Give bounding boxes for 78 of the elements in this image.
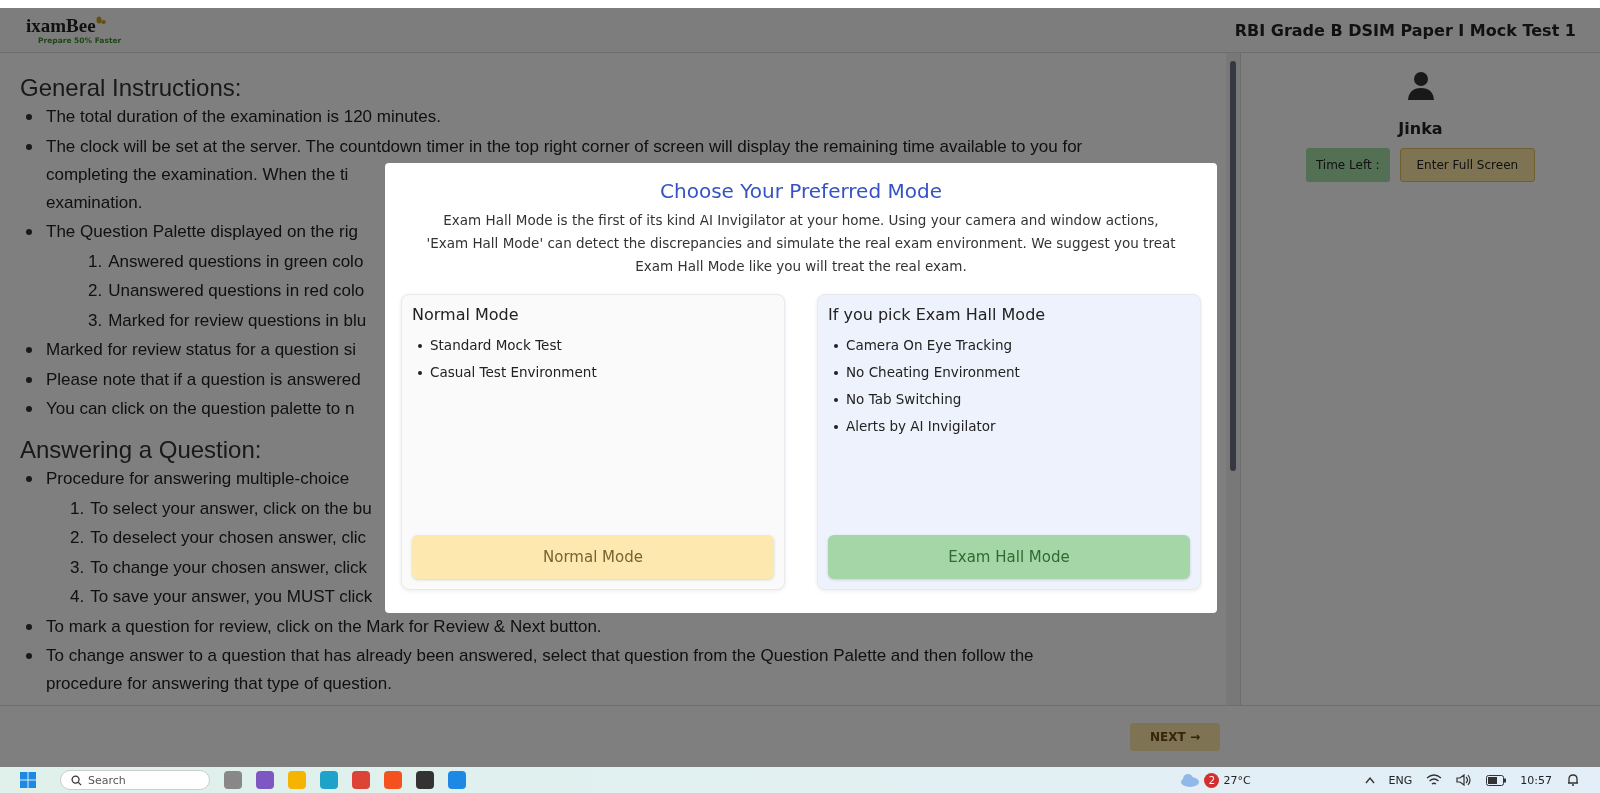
clock-time[interactable]: 10:57 bbox=[1520, 773, 1552, 787]
section-heading: Answering a Question: bbox=[20, 435, 263, 465]
bullet-icon bbox=[26, 406, 32, 412]
windows-icon[interactable] bbox=[20, 772, 36, 788]
instruction-text: You can click on the question palette to n bbox=[46, 398, 355, 420]
item-number: 2. bbox=[88, 280, 103, 302]
bullet-icon bbox=[834, 397, 838, 402]
time-left-label: Time Left : bbox=[1305, 148, 1390, 182]
bullet-icon bbox=[418, 370, 422, 375]
item-number: 2. bbox=[70, 527, 85, 549]
section-heading: General Instructions: bbox=[20, 73, 243, 103]
instruction-text: Procedure for answering multiple-choice bbox=[46, 468, 350, 490]
bell-icon[interactable] bbox=[1566, 773, 1580, 787]
bullet-icon bbox=[26, 347, 32, 353]
scrollbar[interactable] bbox=[1226, 53, 1240, 705]
temperature: 27°C bbox=[1223, 773, 1251, 787]
instruction-text: examination. bbox=[46, 191, 143, 214]
item-number: 3. bbox=[70, 556, 85, 579]
item-number: 3. bbox=[88, 309, 103, 332]
app-icon[interactable] bbox=[256, 771, 274, 789]
battery-icon[interactable] bbox=[1486, 774, 1507, 786]
item-number: 1. bbox=[70, 497, 85, 520]
instruction-text: To change your chosen answer, click bbox=[90, 556, 368, 579]
search-field[interactable]: Search bbox=[60, 770, 210, 790]
bullet-icon bbox=[26, 143, 32, 150]
instruction-text: completing the examination. When the ti bbox=[46, 163, 349, 186]
cloud-icon bbox=[1180, 773, 1201, 787]
volume-icon[interactable] bbox=[1456, 774, 1473, 786]
instruction-text: To select your answer, click on the bu bbox=[90, 497, 372, 520]
language-indicator[interactable]: ENG bbox=[1388, 773, 1413, 787]
instruction-text: To save your answer, you MUST click bbox=[90, 586, 373, 608]
notification-badge: 2 bbox=[1204, 772, 1220, 788]
feature-text: No Tab Switching bbox=[846, 390, 962, 409]
mode-button[interactable]: Exam Hall Mode bbox=[828, 535, 1190, 579]
instruction-text: Marked for review questions in blu bbox=[108, 309, 367, 332]
bullet-icon bbox=[834, 424, 838, 429]
bullet-icon bbox=[26, 623, 32, 630]
next-button[interactable]: NEXT → bbox=[1130, 722, 1220, 751]
feature-text: Alerts by AI Invigilator bbox=[846, 417, 996, 436]
instruction-text: The Question Palette displayed on the rig bbox=[46, 221, 358, 243]
feature-text: No Cheating Environment bbox=[846, 363, 1020, 382]
instruction-text: The clock will be set at the server. The countdown timer in the top right corner of screen will display the remaining time available to you for bbox=[46, 135, 1083, 158]
logo-text: ixamBee bbox=[26, 15, 96, 36]
bullet-icon bbox=[418, 343, 422, 348]
bullet-icon bbox=[26, 476, 32, 482]
bullet-icon bbox=[26, 229, 32, 235]
caret-up-icon[interactable] bbox=[1364, 776, 1375, 784]
wings-icon bbox=[95, 15, 106, 26]
instruction-text: To change answer to a question that has already been answered, select that question from the Question Palette and then follow the bbox=[46, 645, 1034, 667]
mode-button[interactable]: Normal Mode bbox=[412, 535, 774, 579]
dialog-description: Exam Hall Mode is the first of its kind AI Invigilator at your home. Using your camera and window actions, 'Exam Hall Mode' can detect the discrepancies and simulate the real exam environment. We suggest you treat Exam Hall Mode like you will treat the real exam. bbox=[425, 211, 1177, 276]
feature-text: Standard Mock Test bbox=[430, 336, 562, 355]
instruction-text: procedure for answering that type of question. bbox=[46, 673, 392, 695]
instruction-text: To mark a question for review, click on the Mark for Review & Next button. bbox=[46, 615, 602, 638]
item-number: 1. bbox=[88, 250, 103, 273]
card-title: If you pick Exam Hall Mode bbox=[828, 305, 1047, 324]
feature-text: Camera On Eye Tracking bbox=[846, 336, 1013, 355]
app-icon[interactable] bbox=[416, 771, 434, 789]
test-title: RBI Grade B DSIM Paper I Mock Test 1 bbox=[1234, 20, 1576, 40]
wifi-icon[interactable] bbox=[1426, 774, 1443, 786]
user-name: Jinka bbox=[1398, 119, 1443, 138]
bullet-icon bbox=[26, 376, 32, 383]
feature-text: Casual Test Environment bbox=[430, 363, 597, 382]
instruction-text: To deselect your chosen answer, clic bbox=[90, 527, 367, 549]
card-title: Normal Mode bbox=[412, 305, 520, 324]
bullet-icon bbox=[834, 370, 838, 375]
item-number: 4. bbox=[70, 586, 85, 608]
instruction-text: Marked for review status for a question si bbox=[46, 339, 356, 361]
instruction-text: Unanswered questions in red colo bbox=[108, 280, 365, 302]
fullscreen-button[interactable]: Enter Full Screen bbox=[1399, 148, 1536, 182]
dialog-title: Choose Your Preferred Mode bbox=[660, 179, 942, 203]
bullet-icon bbox=[26, 114, 32, 120]
instruction-text: Answered questions in green colo bbox=[108, 250, 364, 273]
instruction-text: Please note that if a question is answered bbox=[46, 368, 361, 391]
instruction-text: The total duration of the examination is 120 minutes. bbox=[46, 106, 441, 128]
search-icon bbox=[71, 774, 82, 786]
bullet-icon bbox=[26, 653, 32, 659]
bullet-icon bbox=[834, 343, 838, 348]
